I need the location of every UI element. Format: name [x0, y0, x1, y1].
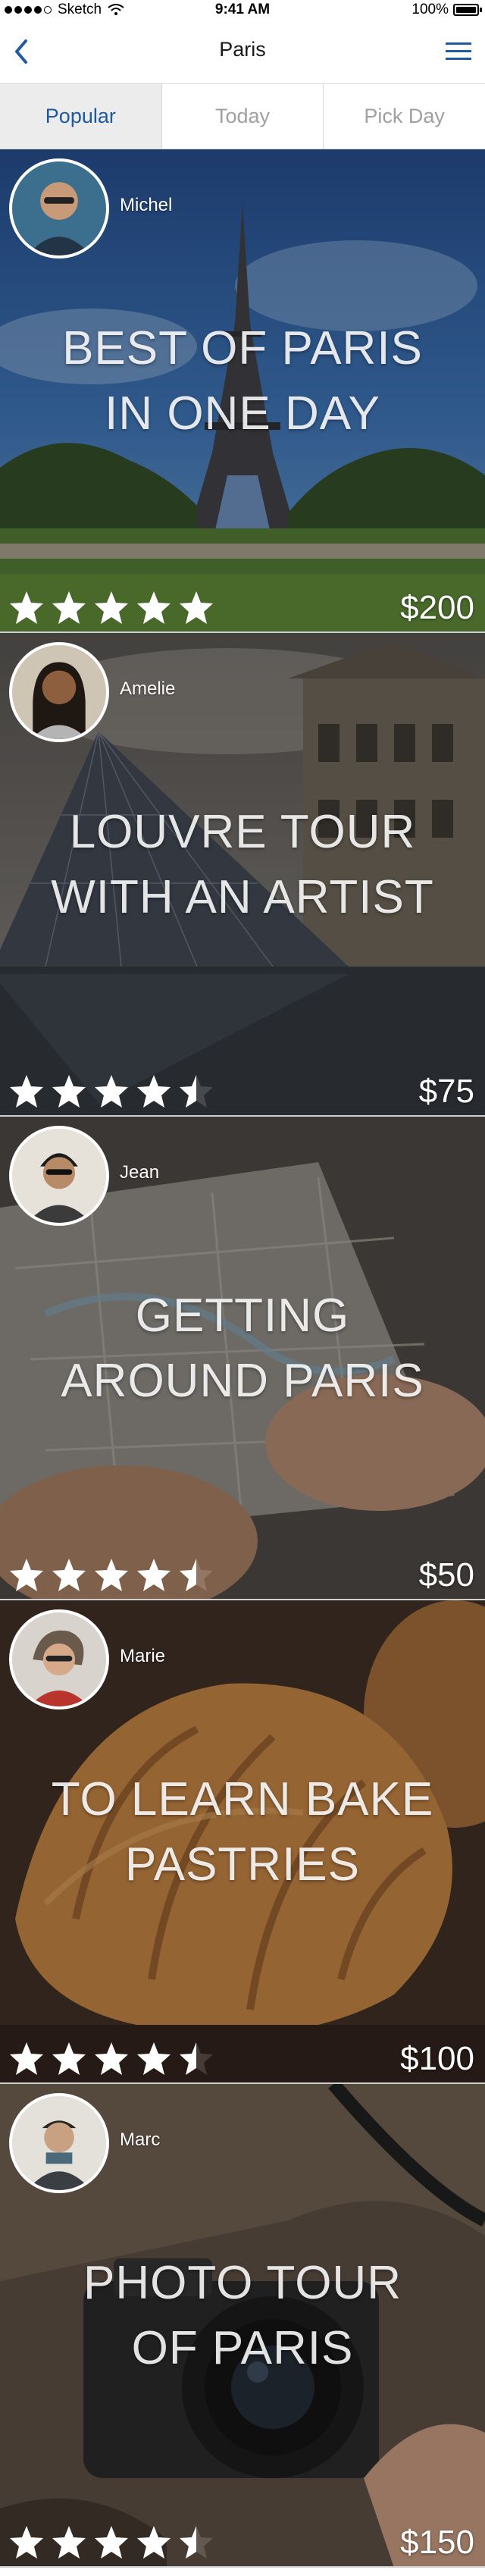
- host-name: Jean: [120, 1162, 160, 1183]
- menu-button[interactable]: [443, 35, 474, 68]
- star-full-icon: [95, 2526, 128, 2559]
- host-name: Michel: [120, 195, 173, 215]
- tab-today[interactable]: Today: [162, 84, 324, 149]
- tab-popular[interactable]: Popular: [0, 84, 162, 149]
- rating-stars: [8, 1556, 215, 1593]
- battery-percent: 100%: [411, 2, 449, 17]
- star-full-icon: [10, 591, 43, 624]
- status-right: 100%: [411, 2, 482, 18]
- star-full-icon: [137, 1559, 171, 1591]
- star-full-icon: [95, 591, 128, 624]
- rating-stars: [8, 589, 215, 625]
- tour-price: $200: [400, 589, 474, 626]
- hamburger-menu-icon: [446, 42, 471, 60]
- star-full-icon: [137, 1075, 171, 1108]
- tour-card[interactable]: Michel BEST OF PARIS IN ONE DAY $200: [0, 149, 485, 633]
- star-full-icon: [95, 1075, 128, 1108]
- tour-title: PHOTO TOUR OF PARIS: [83, 2257, 402, 2374]
- tour-title: LOUVRE TOUR WITH AN ARTIST: [51, 806, 434, 923]
- star-full-icon: [52, 1559, 86, 1591]
- host-name: Marie: [120, 1646, 166, 1666]
- rating-stars: [8, 2040, 215, 2076]
- star-full-icon: [137, 591, 171, 624]
- tour-card[interactable]: Amelie LOUVRE TOUR WITH AN ARTIST $75: [0, 633, 485, 1117]
- star-full-icon: [52, 591, 86, 624]
- tour-price: $150: [400, 2524, 474, 2561]
- star-full-icon: [10, 1559, 43, 1591]
- battery-icon: [453, 4, 482, 16]
- host-name: Amelie: [120, 678, 176, 699]
- avatar: [9, 642, 109, 742]
- star-full-icon: [95, 2042, 128, 2075]
- star-full-icon: [10, 1075, 43, 1108]
- page-title: Paris: [219, 38, 266, 61]
- star-full-icon: [52, 1075, 86, 1108]
- tab-pick-day[interactable]: Pick Day: [324, 84, 485, 149]
- star-half-icon: [180, 1075, 213, 1108]
- tour-list: Michel BEST OF PARIS IN ONE DAY $200 Ame…: [0, 149, 485, 2568]
- status-bar: Sketch 9:41 AM 100%: [0, 0, 485, 21]
- segmented-tabs: Popular Today Pick Day: [0, 83, 485, 149]
- tour-price: $100: [400, 2040, 474, 2077]
- star-full-icon: [52, 2042, 86, 2075]
- star-full-icon: [95, 1559, 128, 1591]
- avatar: [9, 1609, 109, 1709]
- rating-stars: [8, 2524, 215, 2560]
- star-full-icon: [52, 2526, 86, 2559]
- star-half-icon: [180, 1559, 213, 1591]
- avatar: [9, 158, 109, 259]
- tour-title: TO LEARN BAKE PASTRIES: [51, 1773, 434, 1891]
- star-full-icon: [10, 2042, 43, 2075]
- avatar: [9, 1126, 109, 1226]
- tour-price: $75: [418, 1073, 474, 1110]
- avatar: [9, 2093, 109, 2193]
- star-full-icon: [10, 2526, 43, 2559]
- star-full-icon: [180, 591, 213, 624]
- host-name: Marc: [120, 2129, 161, 2150]
- tour-card[interactable]: Marie TO LEARN BAKE PASTRIES $100: [0, 1600, 485, 2084]
- rating-stars: [8, 1073, 215, 1109]
- navigation-bar: Paris: [0, 21, 485, 83]
- star-full-icon: [137, 2526, 171, 2559]
- tour-card[interactable]: Marc PHOTO TOUR OF PARIS $150: [0, 2084, 485, 2568]
- star-full-icon: [137, 2042, 171, 2075]
- star-half-icon: [180, 2526, 213, 2559]
- tour-card[interactable]: Jean GETTING AROUND PARIS $50: [0, 1117, 485, 1600]
- star-half-icon: [180, 2042, 213, 2075]
- tour-title: BEST OF PARIS IN ONE DAY: [62, 322, 423, 440]
- tour-price: $50: [418, 1556, 474, 1594]
- tour-title: GETTING AROUND PARIS: [61, 1290, 424, 1407]
